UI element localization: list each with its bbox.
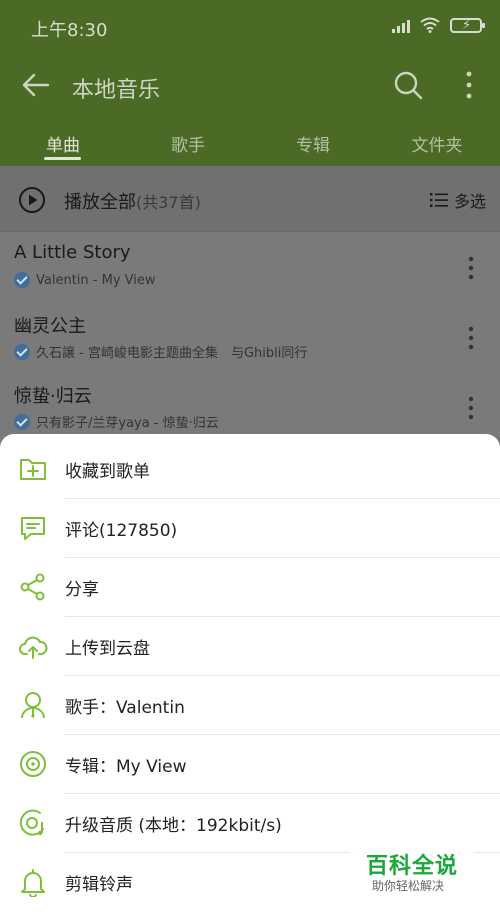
- share-icon: [20, 573, 45, 601]
- multi-select-button[interactable]: 多选: [429, 188, 486, 212]
- song-title: A Little Story: [14, 242, 131, 263]
- menu-item-label: 上传到云盘: [65, 639, 150, 659]
- cloud-upload-icon: [19, 636, 48, 659]
- album-icon: [20, 751, 46, 777]
- song-item[interactable]: 幽灵公主 久石譲 - 宫崎峻电影主题曲全集 与Ghibli同行: [0, 302, 500, 372]
- menu-item-share[interactable]: 分享: [0, 558, 500, 617]
- downloaded-check-icon: [14, 272, 30, 288]
- menu-item-add-to-playlist[interactable]: 收藏到歌单: [0, 440, 500, 499]
- more-vertical-icon[interactable]: [456, 67, 482, 103]
- menu-item-label: 歌手：Valentin: [65, 698, 185, 718]
- app-header: 上午8:30 ⚡ 本地音乐 单曲 歌手 专辑 文件夹: [0, 0, 500, 166]
- local-music-screen: 上午8:30 ⚡ 本地音乐 单曲 歌手 专辑 文件夹 播放全部(共37首) 多选…: [0, 0, 500, 923]
- song-subtitle: Valentin - My View: [14, 272, 156, 288]
- song-item[interactable]: 惊蛰·归云 只有影子/兰芽yaya - 惊蛰·归云: [0, 372, 500, 442]
- menu-item-comments[interactable]: 评论(127850): [0, 499, 500, 558]
- active-tab-indicator: [44, 157, 81, 160]
- song-more-icon[interactable]: [462, 394, 480, 422]
- status-icons: ⚡: [392, 17, 485, 33]
- song-subtitle: 久石譲 - 宫崎峻电影主题曲全集 与Ghibli同行: [14, 342, 307, 361]
- folder-add-icon: [20, 459, 46, 480]
- search-icon[interactable]: [390, 67, 426, 103]
- status-bar: 上午8:30 ⚡: [0, 0, 500, 55]
- signal-icon: [392, 17, 410, 33]
- menu-item-label: 收藏到歌单: [65, 462, 150, 482]
- play-all-label[interactable]: 播放全部(共37首): [64, 188, 201, 214]
- downloaded-check-icon: [14, 413, 30, 430]
- watermark-title: 百科全说: [366, 854, 459, 879]
- tab-folders[interactable]: 文件夹: [392, 131, 482, 156]
- song-artist-album: 久石譲 - 宫崎峻电影主题曲全集 与Ghibli同行: [36, 346, 308, 361]
- song-title: 幽灵公主: [14, 316, 86, 337]
- menu-item-label: 专辑：My View: [65, 757, 187, 777]
- watermark-logo: 百科全说 助你轻松解决: [350, 838, 475, 898]
- tab-artists[interactable]: 歌手: [143, 131, 233, 156]
- tab-songs[interactable]: 单曲: [18, 131, 108, 156]
- song-more-icon[interactable]: [462, 254, 480, 282]
- song-title: 惊蛰·归云: [14, 386, 92, 407]
- play-all-text: 播放全部: [64, 192, 136, 213]
- menu-item-artist[interactable]: 歌手：Valentin: [0, 676, 500, 735]
- singer-icon: [21, 692, 45, 719]
- status-time: 上午8:30: [31, 20, 108, 41]
- song-subtitle: 只有影子/兰芽yaya - 惊蛰·归云: [14, 412, 219, 431]
- menu-item-album[interactable]: 专辑：My View: [0, 735, 500, 794]
- song-item[interactable]: A Little Story Valentin - My View: [0, 232, 500, 302]
- battery-icon: ⚡: [450, 17, 485, 33]
- play-circle-icon[interactable]: [18, 186, 46, 214]
- quality-icon: [19, 809, 44, 836]
- play-all-bar[interactable]: 播放全部(共37首) 多选: [0, 166, 500, 232]
- song-more-icon[interactable]: [462, 324, 480, 352]
- page-title: 本地音乐: [72, 78, 161, 103]
- tab-albums[interactable]: 专辑: [268, 131, 358, 156]
- menu-item-label: 评论(127850): [65, 521, 178, 541]
- wifi-icon: [420, 17, 440, 33]
- downloaded-check-icon: [14, 343, 30, 360]
- menu-item-label: 分享: [65, 580, 99, 600]
- song-count: (共37首): [136, 193, 201, 212]
- menu-item-upload-cloud[interactable]: 上传到云盘: [0, 617, 500, 676]
- song-artist-album: 只有影子/兰芽yaya - 惊蛰·归云: [36, 416, 219, 431]
- tab-bar: 单曲 歌手 专辑 文件夹: [0, 117, 500, 166]
- menu-item-label: 升级音质 (本地：192kbit/s): [65, 816, 282, 836]
- menu-item-label: 剪辑铃声: [65, 875, 133, 895]
- watermark-subtitle: 助你轻松解决: [372, 879, 445, 893]
- bell-icon: [21, 869, 45, 897]
- toolbar: 本地音乐: [0, 55, 500, 117]
- comment-icon: [21, 517, 45, 540]
- list-icon: [429, 193, 448, 207]
- back-arrow-icon[interactable]: [18, 67, 54, 103]
- multi-select-label: 多选: [453, 192, 486, 211]
- song-artist-album: Valentin - My View: [36, 272, 156, 288]
